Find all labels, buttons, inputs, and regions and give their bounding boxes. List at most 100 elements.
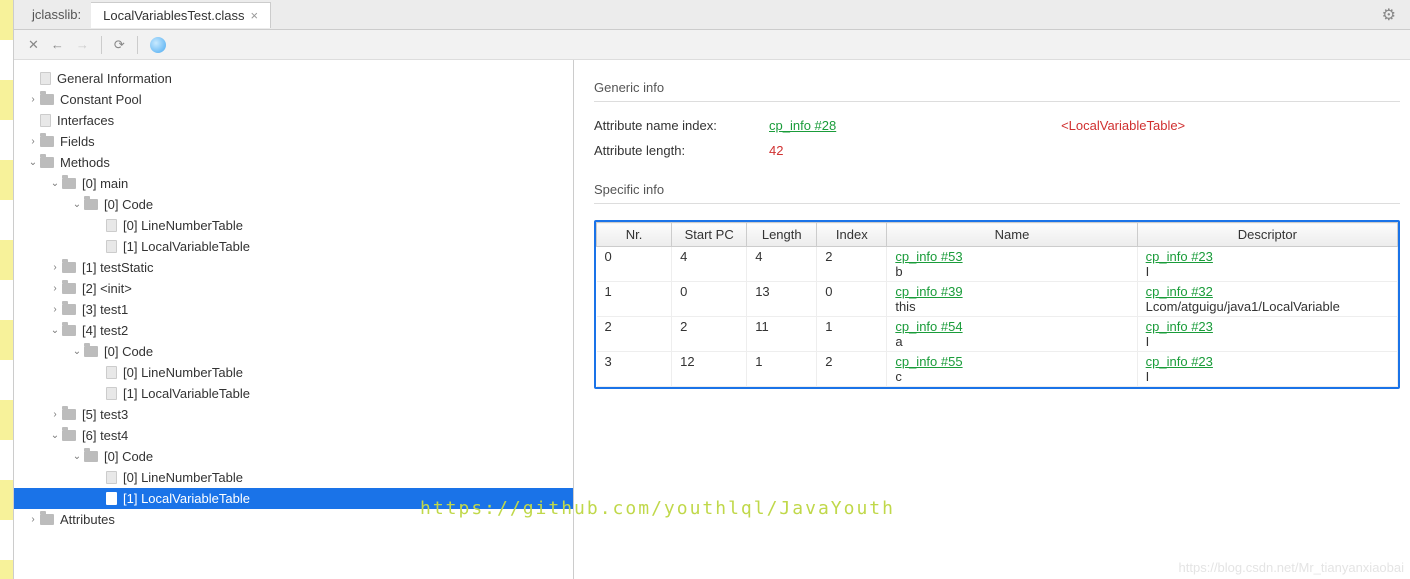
- cell-sub-text: I: [1146, 334, 1389, 349]
- cp-info-link[interactable]: cp_info #54: [895, 319, 1128, 334]
- table-header-cell[interactable]: Length: [747, 223, 817, 247]
- table-cell: 0: [597, 247, 672, 282]
- section-divider: [594, 203, 1400, 204]
- close-icon[interactable]: ×: [251, 8, 259, 23]
- folder-icon: [84, 451, 98, 462]
- tree-item-label: [1] LocalVariableTable: [123, 239, 250, 254]
- tree-item[interactable]: ⌄Methods: [14, 152, 573, 173]
- table-cell: 0: [817, 282, 887, 317]
- cp-info-link[interactable]: cp_info #39: [895, 284, 1128, 299]
- chevron-down-icon[interactable]: ⌄: [26, 157, 40, 168]
- tree-item[interactable]: ⌄[0] Code: [14, 446, 573, 467]
- chevron-right-icon[interactable]: ›: [26, 94, 40, 105]
- table-header-cell[interactable]: Index: [817, 223, 887, 247]
- table-row[interactable]: 22111cp_info #54acp_info #23I: [597, 317, 1398, 352]
- tree-item-label: [1] LocalVariableTable: [123, 386, 250, 401]
- tree-item[interactable]: ⌄ [4] test2: [14, 320, 573, 341]
- folder-icon: [62, 283, 76, 294]
- tree-item[interactable]: ›Attributes: [14, 509, 573, 530]
- chevron-right-icon[interactable]: ›: [48, 262, 62, 273]
- chevron-down-icon[interactable]: ⌄: [70, 451, 84, 462]
- file-icon: [106, 492, 117, 505]
- table-row[interactable]: 0442cp_info #53bcp_info #23I: [597, 247, 1398, 282]
- file-icon: [40, 72, 51, 85]
- tree-item[interactable]: General Information: [14, 68, 573, 89]
- chevron-down-icon[interactable]: ⌄: [48, 430, 62, 441]
- cp-info-link[interactable]: cp_info #55: [895, 354, 1128, 369]
- chevron-down-icon[interactable]: ⌄: [70, 346, 84, 357]
- tree-item-label: [4] test2: [82, 323, 128, 338]
- tree-item-label: [1] testStatic: [82, 260, 154, 275]
- local-variable-table-highlight: Nr.Start PCLengthIndexNameDescriptor 044…: [594, 220, 1400, 389]
- chevron-right-icon[interactable]: ›: [26, 136, 40, 147]
- tree-item[interactable]: Interfaces: [14, 110, 573, 131]
- table-cell: 2: [817, 247, 887, 282]
- table-header-cell[interactable]: Nr.: [597, 223, 672, 247]
- tree-item[interactable]: ›[2] <init>: [14, 278, 573, 299]
- chevron-down-icon[interactable]: ⌄: [48, 325, 62, 336]
- tree-item[interactable]: ⌄[6] test4: [14, 425, 573, 446]
- back-icon[interactable]: ←: [51, 37, 64, 52]
- table-row[interactable]: 31212cp_info #55ccp_info #23I: [597, 352, 1398, 387]
- app-label: jclasslib:: [22, 2, 91, 27]
- table-cell: cp_info #54a: [887, 317, 1137, 352]
- table-cell: 13: [747, 282, 817, 317]
- tree-item[interactable]: › [1] testStatic: [14, 257, 573, 278]
- tree-item[interactable]: [1] LocalVariableTable: [14, 383, 573, 404]
- file-icon: [106, 219, 117, 232]
- cell-sub-text: b: [895, 264, 1128, 279]
- chevron-right-icon[interactable]: ›: [48, 409, 62, 420]
- folder-icon: [62, 262, 76, 273]
- globe-icon[interactable]: [150, 37, 166, 53]
- table-header-cell[interactable]: Start PC: [672, 223, 747, 247]
- tree-item[interactable]: › [5] test3: [14, 404, 573, 425]
- tree-item[interactable]: ›Fields: [14, 131, 573, 152]
- cell-sub-text: I: [1146, 264, 1389, 279]
- gear-icon[interactable]: ⚙: [1382, 5, 1396, 25]
- tree-item[interactable]: [1] LocalVariableTable: [14, 236, 573, 257]
- tree-item-label: [0] main: [82, 176, 128, 191]
- cp-info-link[interactable]: cp_info #23: [1146, 249, 1389, 264]
- table-cell: 3: [597, 352, 672, 387]
- attr-name-index-link[interactable]: cp_info #28: [769, 118, 1051, 133]
- tree-item[interactable]: [0] LineNumberTable: [14, 467, 573, 488]
- tree-item-label: [5] test3: [82, 407, 128, 422]
- toolbar: ✕ ← → ⟳: [14, 30, 1410, 60]
- close-action-icon[interactable]: ✕: [28, 37, 39, 53]
- table-header-cell[interactable]: Name: [887, 223, 1137, 247]
- table-cell: cp_info #39this: [887, 282, 1137, 317]
- tree-item-label: [1] LocalVariableTable: [123, 491, 250, 506]
- separator: [101, 36, 102, 54]
- tree-item-label: [0] LineNumberTable: [123, 218, 243, 233]
- tree-item[interactable]: ⌄ [0] main: [14, 173, 573, 194]
- table-cell: 2: [817, 352, 887, 387]
- tree-item[interactable]: ⌄[0] Code: [14, 194, 573, 215]
- tree-item[interactable]: ›[3] test1: [14, 299, 573, 320]
- header-bar: jclasslib: LocalVariablesTest.class × ⚙: [14, 0, 1410, 30]
- tree-item[interactable]: ⌄[0] Code: [14, 341, 573, 362]
- cp-info-link[interactable]: cp_info #53: [895, 249, 1128, 264]
- table-header-cell[interactable]: Descriptor: [1137, 223, 1397, 247]
- cp-info-link[interactable]: cp_info #23: [1146, 319, 1389, 334]
- refresh-icon[interactable]: ⟳: [114, 37, 125, 53]
- chevron-right-icon[interactable]: ›: [26, 514, 40, 525]
- tree-item[interactable]: [0] LineNumberTable: [14, 362, 573, 383]
- folder-icon: [40, 514, 54, 525]
- editor-tab[interactable]: LocalVariablesTest.class ×: [91, 2, 271, 28]
- cell-sub-text: c: [895, 369, 1128, 384]
- local-variable-table: Nr.Start PCLengthIndexNameDescriptor 044…: [596, 222, 1398, 387]
- chevron-right-icon[interactable]: ›: [48, 304, 62, 315]
- tree-item[interactable]: [0] LineNumberTable: [14, 215, 573, 236]
- forward-icon[interactable]: →: [76, 37, 89, 52]
- table-row[interactable]: 10130cp_info #39thiscp_info #32Lcom/atgu…: [597, 282, 1398, 317]
- folder-icon: [62, 178, 76, 189]
- table-cell: 12: [672, 352, 747, 387]
- cell-sub-text: this: [895, 299, 1128, 314]
- cp-info-link[interactable]: cp_info #32: [1146, 284, 1389, 299]
- chevron-down-icon[interactable]: ⌄: [70, 199, 84, 210]
- cp-info-link[interactable]: cp_info #23: [1146, 354, 1389, 369]
- tree-item[interactable]: ›Constant Pool: [14, 89, 573, 110]
- chevron-right-icon[interactable]: ›: [48, 283, 62, 294]
- tree-item[interactable]: [1] LocalVariableTable: [14, 488, 573, 509]
- chevron-down-icon[interactable]: ⌄: [48, 178, 62, 189]
